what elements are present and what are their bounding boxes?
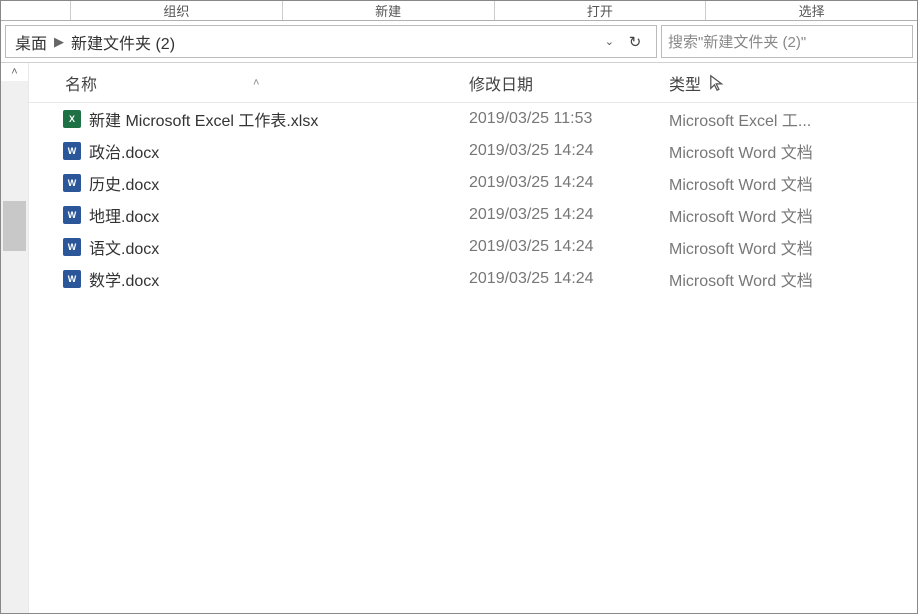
address-search-row: 桌面 ▶ 新建文件夹 (2) ⌄ ↻ 搜索"新建文件夹 (2)": [1, 21, 917, 63]
file-name-cell: 历史.docx: [29, 171, 469, 195]
file-type-cell: Microsoft Word 文档: [669, 235, 889, 259]
search-placeholder: 搜索"新建文件夹 (2)": [668, 31, 806, 52]
file-name-label: 数学.docx: [89, 267, 159, 291]
file-name-label: 历史.docx: [89, 171, 159, 195]
file-date-cell: 2019/03/25 14:24: [469, 270, 669, 288]
file-type-cell: Microsoft Word 文档: [669, 267, 889, 291]
file-name-cell: 新建 Microsoft Excel 工作表.xlsx: [29, 107, 469, 131]
file-type-cell: Microsoft Word 文档: [669, 203, 889, 227]
ribbon-group-open[interactable]: 打开: [495, 1, 707, 20]
breadcrumb-item-folder[interactable]: 新建文件夹 (2): [68, 30, 178, 54]
refresh-icon: ↻: [629, 33, 642, 51]
file-name-label: 语文.docx: [89, 235, 159, 259]
word-file-icon: [63, 206, 81, 224]
file-row[interactable]: 语文.docx 2019/03/25 14:24Microsoft Word 文档: [29, 231, 917, 263]
chevron-right-icon: ▶: [50, 34, 68, 50]
file-name-label: 新建 Microsoft Excel 工作表.xlsx: [89, 107, 318, 131]
file-row[interactable]: 地理.docx 2019/03/25 14:24Microsoft Word 文档: [29, 199, 917, 231]
cursor-icon: [709, 74, 727, 92]
file-list-pane: 名称 ˄ 修改日期 类型 新建 Microsoft Excel 工作表.xlsx…: [29, 63, 917, 613]
ribbon-group-new[interactable]: 新建: [283, 1, 495, 20]
file-name-cell: 数学.docx: [29, 267, 469, 291]
column-header-type-label: 类型: [669, 71, 701, 95]
scrollbar-thumb[interactable]: [3, 201, 26, 251]
word-file-icon: [63, 174, 81, 192]
file-row[interactable]: 数学.docx 2019/03/25 14:24Microsoft Word 文档: [29, 263, 917, 295]
word-file-icon: [63, 142, 81, 160]
file-type-cell: Microsoft Excel 工...: [669, 107, 889, 131]
file-date-cell: 2019/03/25 14:24: [469, 174, 669, 192]
ribbon-spacer: [1, 1, 71, 20]
ribbon-group-organize[interactable]: 组织: [71, 1, 283, 20]
search-input[interactable]: 搜索"新建文件夹 (2)": [661, 25, 913, 58]
file-name-label: 政治.docx: [89, 139, 159, 163]
column-header-type[interactable]: 类型: [669, 71, 869, 95]
file-row[interactable]: 政治.docx 2019/03/25 14:24Microsoft Word 文档: [29, 135, 917, 167]
ribbon-group-select[interactable]: 选择: [706, 1, 917, 20]
column-header-date-label: 修改日期: [469, 77, 533, 94]
column-header-date[interactable]: 修改日期: [469, 71, 669, 95]
file-name-cell: 政治.docx: [29, 139, 469, 163]
sort-indicator-icon: ˄: [253, 77, 259, 89]
column-header-name[interactable]: 名称 ˄: [29, 71, 469, 95]
file-rows-container: 新建 Microsoft Excel 工作表.xlsx 2019/03/25 11…: [29, 103, 917, 295]
file-date-cell: 2019/03/25 14:24: [469, 142, 669, 160]
file-type-cell: Microsoft Word 文档: [669, 171, 889, 195]
file-name-cell: 地理.docx: [29, 203, 469, 227]
word-file-icon: [63, 238, 81, 256]
file-date-cell: 2019/03/25 14:24: [469, 238, 669, 256]
address-history-dropdown-icon[interactable]: ⌄: [599, 35, 620, 48]
main-area: ˄ 名称 ˄ 修改日期 类型 新建 Microsoft Excel 工作表.xl…: [1, 63, 917, 613]
scroll-up-icon[interactable]: ˄: [1, 63, 28, 81]
scrollbar-track[interactable]: [1, 81, 28, 613]
breadcrumb-item-desktop[interactable]: 桌面: [12, 30, 50, 54]
file-date-cell: 2019/03/25 11:53: [469, 110, 669, 128]
file-name-cell: 语文.docx: [29, 235, 469, 259]
file-row[interactable]: 历史.docx 2019/03/25 14:24Microsoft Word 文档: [29, 167, 917, 199]
address-bar[interactable]: 桌面 ▶ 新建文件夹 (2) ⌄ ↻: [5, 25, 657, 58]
excel-file-icon: [63, 110, 81, 128]
file-type-cell: Microsoft Word 文档: [669, 139, 889, 163]
nav-pane-scrollbar[interactable]: ˄: [1, 63, 29, 613]
file-row[interactable]: 新建 Microsoft Excel 工作表.xlsx 2019/03/25 11…: [29, 103, 917, 135]
column-headers: 名称 ˄ 修改日期 类型: [29, 63, 917, 103]
ribbon-group-labels: 组织 新建 打开 选择: [1, 1, 917, 21]
refresh-button[interactable]: ↻: [620, 33, 650, 51]
file-date-cell: 2019/03/25 14:24: [469, 206, 669, 224]
file-name-label: 地理.docx: [89, 203, 159, 227]
column-header-name-label: 名称: [65, 71, 97, 95]
word-file-icon: [63, 270, 81, 288]
